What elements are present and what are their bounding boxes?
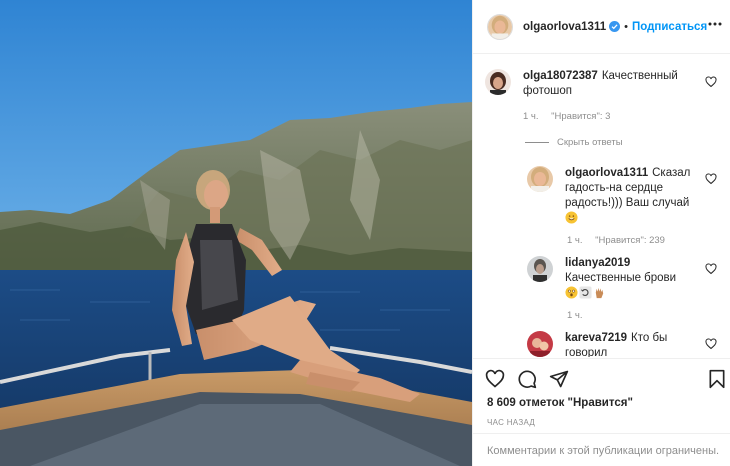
reply-text-line: Качественные брови	[565, 272, 677, 284]
counterclockwise-arrows-icon	[579, 286, 592, 299]
reply-text-line: Сказал	[652, 167, 691, 179]
heart-icon[interactable]	[705, 173, 717, 185]
comment-icon[interactable]	[517, 369, 537, 389]
comment-time: 1 ч.	[523, 111, 539, 122]
reply-text-line: радость!))) Ваш случай	[565, 197, 690, 209]
comment-username[interactable]: olga18072387	[523, 70, 598, 82]
reply-item: kareva7219 Кто бы говорил	[527, 331, 705, 357]
hide-replies-button[interactable]: Скрыть ответы	[525, 137, 623, 148]
verified-badge-icon	[609, 21, 621, 32]
post-actions: 8 609 отметок "Нравится" ЧАС НАЗАД Комме…	[473, 358, 730, 466]
heart-icon[interactable]	[705, 338, 717, 350]
reply-username[interactable]: lidanya2019	[565, 257, 630, 269]
more-options-icon[interactable]	[707, 16, 723, 32]
replier-avatar[interactable]	[527, 256, 553, 282]
bookmark-icon[interactable]	[707, 369, 727, 389]
reply-likes[interactable]: "Нравится": 239	[595, 235, 665, 246]
comment-text-line: фотошоп	[523, 85, 572, 97]
separator-dot: •	[624, 20, 628, 33]
reply-time: 1 ч.	[567, 235, 583, 246]
waving-hand-icon	[595, 287, 604, 299]
reply-username[interactable]: olgaorlova1311	[565, 167, 648, 179]
reply-item: lidanya2019 Качественные брови	[527, 256, 705, 302]
reply-item: olgaorlova1311 Сказал гадость-на сердце р…	[527, 166, 705, 227]
comment-text-line: Качественный	[601, 70, 678, 82]
heart-icon[interactable]	[485, 369, 505, 389]
reply-text-line: гадость-на сердце	[565, 182, 664, 194]
heart-icon[interactable]	[705, 263, 717, 275]
post-photo[interactable]	[0, 0, 472, 466]
comments-closed-notice: Комментарии к этой публикации ограничены…	[473, 433, 730, 466]
astonished-face-icon	[565, 286, 578, 299]
reply-meta: 1 ч.	[567, 310, 593, 321]
follow-button[interactable]: Подписаться	[632, 21, 707, 33]
reply-text: kareva7219 Кто бы говорил	[565, 331, 705, 357]
reply-meta: 1 ч. "Нравится": 239	[567, 235, 675, 246]
reply-text: olgaorlova1311 Сказал гадость-на сердце р…	[565, 166, 705, 227]
commenter-avatar[interactable]	[485, 69, 511, 95]
comments-list[interactable]: olga18072387 Качественный фотошоп 1 ч. "Н…	[473, 55, 730, 357]
comment-item: olga18072387 Качественный фотошоп	[485, 69, 703, 99]
reply-text-line: Кто бы	[631, 332, 668, 344]
replier-avatar[interactable]	[527, 166, 553, 192]
comment-meta: 1 ч. "Нравится": 3	[523, 111, 620, 122]
reply-time: 1 ч.	[567, 310, 583, 321]
post-header: olgaorlova1311 • Подписаться	[473, 0, 730, 54]
hide-replies-label: Скрыть ответы	[557, 137, 623, 148]
author-username[interactable]: olgaorlova1311	[523, 21, 606, 33]
post-modal: olgaorlova1311 • Подписаться olga1807238…	[0, 0, 730, 466]
reply-text: lidanya2019 Качественные брови	[565, 256, 705, 302]
heart-icon[interactable]	[705, 76, 717, 88]
share-icon[interactable]	[549, 369, 569, 389]
replier-avatar[interactable]	[527, 331, 553, 357]
comment-likes[interactable]: "Нравится": 3	[551, 111, 610, 122]
reply-text-line: говорил	[565, 347, 608, 357]
photo-illustration	[0, 0, 472, 466]
reply-username[interactable]: kareva7219	[565, 332, 627, 344]
post-timestamp[interactable]: ЧАС НАЗАД	[487, 418, 535, 427]
post-side-panel: olgaorlova1311 • Подписаться olga1807238…	[472, 0, 730, 466]
likes-count[interactable]: 8 609 отметок "Нравится"	[487, 397, 633, 409]
comment-text: olga18072387 Качественный фотошоп	[523, 69, 703, 99]
grinning-face-sweat-icon	[565, 211, 578, 224]
divider-line	[525, 142, 549, 143]
author-avatar[interactable]	[487, 13, 513, 40]
